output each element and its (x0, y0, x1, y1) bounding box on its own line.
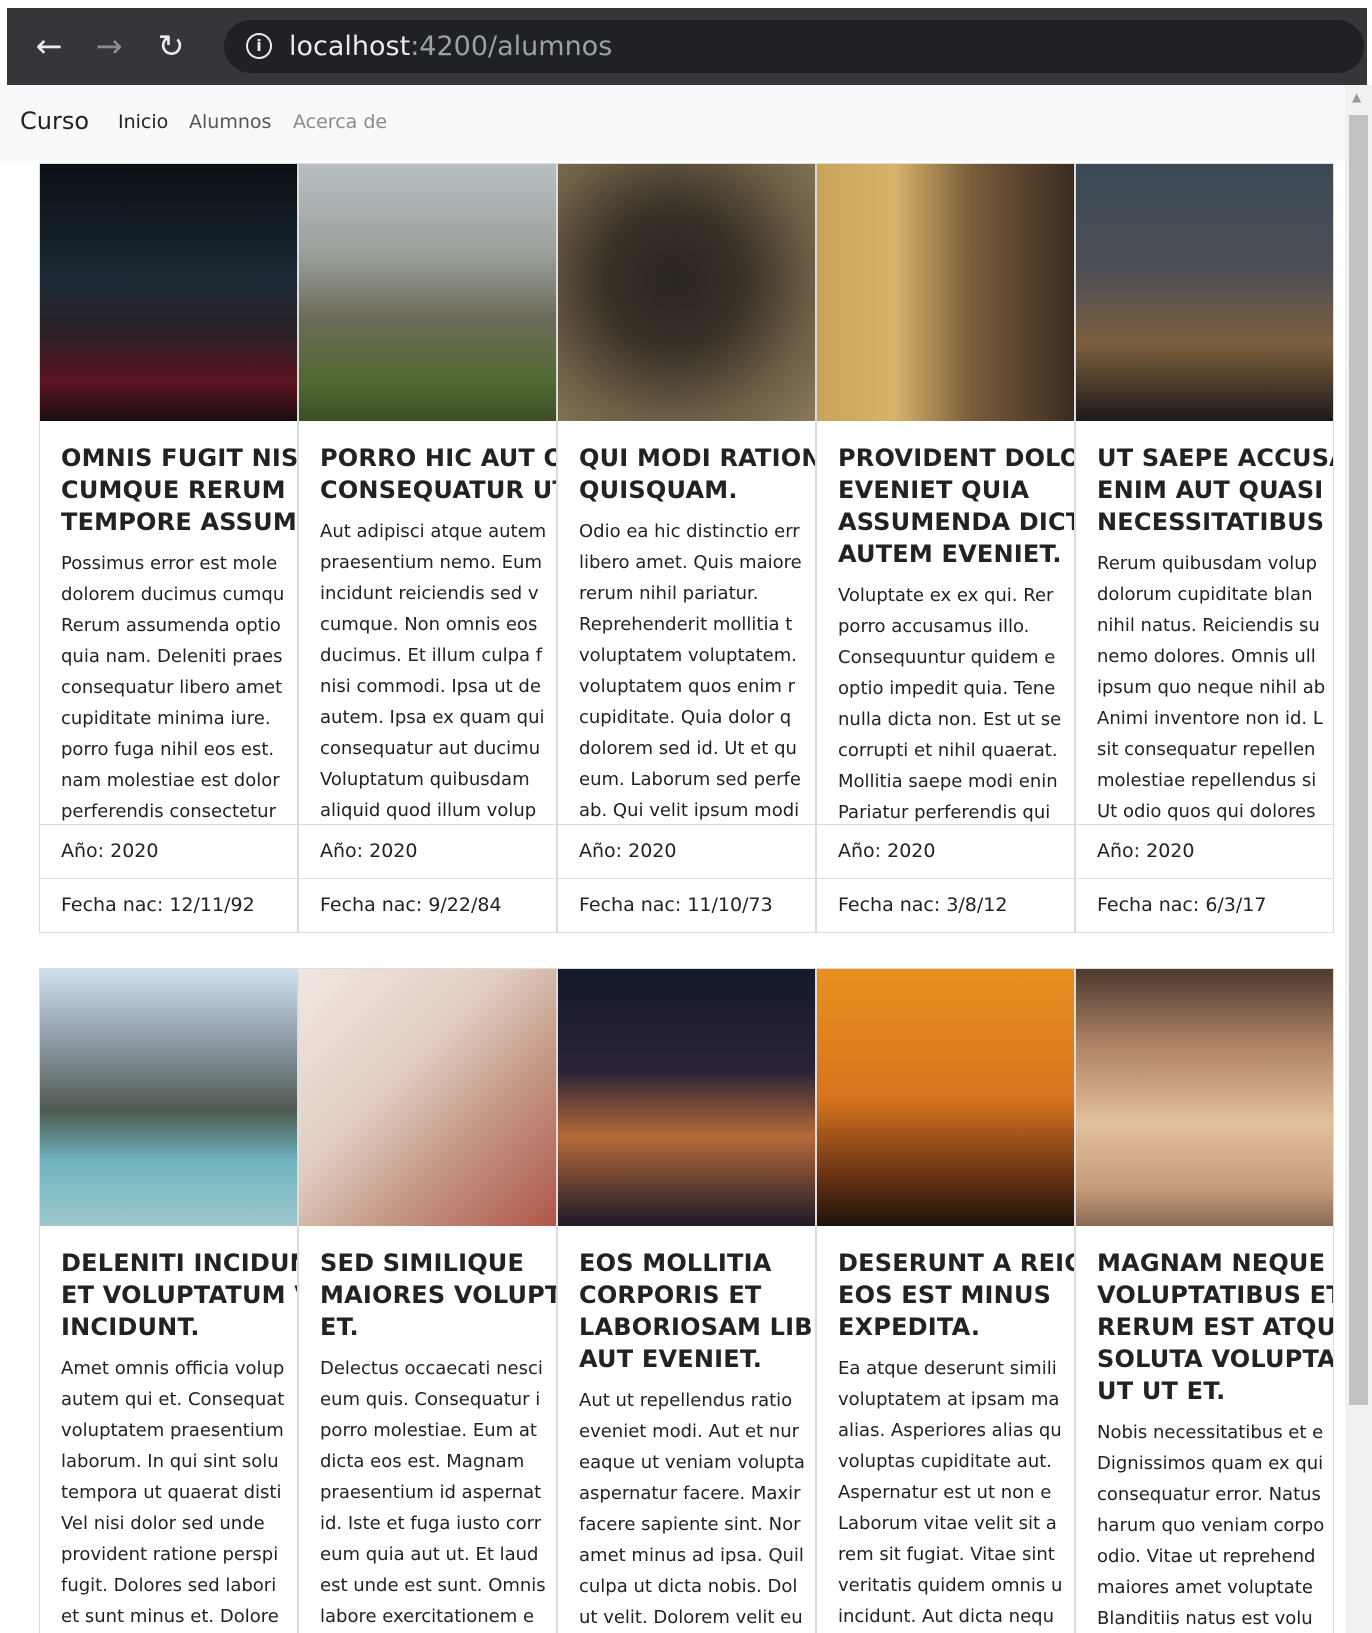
url-text[interactable]: localhost:4200/alumnos (289, 32, 612, 62)
back-arrow-icon[interactable]: ← (29, 26, 69, 66)
page-scrollbar[interactable]: ▲ (1345, 85, 1372, 1633)
main-content: OMNIS FUGIT NISI CUMQUE RERUM TEMPORE AS… (0, 161, 1345, 1633)
card-body: PROVIDENT DOLO EVENIET QUIA ASSUMENDA DI… (817, 421, 1074, 824)
card-birthdate: Fecha nac: 9/22/84 (299, 878, 556, 932)
card-text: Rerum quibusdam volup dolorum cupiditate… (1097, 553, 1326, 822)
card-row: DELENITI INCIDUN ET VOLUPTATUM V INCIDUN… (39, 968, 1345, 1633)
nav-link-alumnos[interactable]: Alumnos (189, 111, 271, 133)
scroll-up-icon[interactable]: ▲ (1352, 90, 1361, 104)
card-title: OMNIS FUGIT NISI CUMQUE RERUM TEMPORE AS… (61, 444, 297, 536)
card-image (299, 164, 556, 421)
card-text: Aut ut repellendus ratio eveniet modi. A… (579, 1390, 805, 1628)
card-title: PORRO HIC AUT O CONSEQUATUR UT (320, 444, 556, 504)
browser-chrome: ← → ↻ i localhost:4200/alumnos (7, 8, 1367, 85)
card-title: DESERUNT A REICI EOS EST MINUS EXPEDITA. (838, 1249, 1074, 1341)
card-body: UT SAEPE ACCUSA ENIM AUT QUASI NECESSITA… (1076, 421, 1333, 824)
card-text: Amet omnis officia volup autem qui et. C… (61, 1358, 285, 1627)
card-text: Ea atque deserunt simili voluptatem at i… (838, 1358, 1063, 1627)
card-row: OMNIS FUGIT NISI CUMQUE RERUM TEMPORE AS… (39, 163, 1345, 933)
card-image (817, 164, 1074, 421)
card-body: OMNIS FUGIT NISI CUMQUE RERUM TEMPORE AS… (40, 421, 297, 824)
card-image (40, 969, 297, 1226)
card-image (40, 164, 297, 421)
card-year: Año: 2020 (40, 824, 297, 878)
card-title: DELENITI INCIDUN ET VOLUPTATUM V INCIDUN… (61, 1249, 297, 1341)
student-card: DESERUNT A REICI EOS EST MINUS EXPEDITA.… (816, 968, 1075, 1633)
card-birthdate: Fecha nac: 6/3/17 (1076, 878, 1333, 932)
card-image (558, 164, 815, 421)
navbar-brand[interactable]: Curso (20, 107, 89, 135)
card-title: QUI MODI RATION QUISQUAM. (579, 444, 815, 504)
info-icon[interactable]: i (246, 33, 272, 59)
card-body: DESERUNT A REICI EOS EST MINUS EXPEDITA.… (817, 1226, 1074, 1632)
card-birthdate: Fecha nac: 3/8/12 (817, 878, 1074, 932)
card-text: Delectus occaecati nesci eum quis. Conse… (320, 1358, 546, 1627)
card-text: Voluptate ex ex qui. Rer porro accusamus… (838, 585, 1062, 823)
card-body: DELENITI INCIDUN ET VOLUPTATUM V INCIDUN… (40, 1226, 297, 1632)
card-image (1076, 969, 1333, 1226)
card-title: MAGNAM NEQUE VOLUPTATIBUS ET RERUM EST A… (1097, 1249, 1333, 1405)
card-text: Possimus error est mole dolorem ducimus … (61, 553, 285, 822)
student-card: DELENITI INCIDUN ET VOLUPTATUM V INCIDUN… (39, 968, 298, 1633)
card-title: SED SIMILIQUE MAIORES VOLUPTA ET. (320, 1249, 556, 1341)
card-body: EOS MOLLITIA CORPORIS ET LABORIOSAM LIBE… (558, 1226, 815, 1633)
card-year: Año: 2020 (817, 824, 1074, 878)
forward-arrow-icon[interactable]: → (89, 26, 129, 66)
card-body: PORRO HIC AUT O CONSEQUATUR UT Aut adipi… (299, 421, 556, 824)
card-text: Odio ea hic distinctio err libero amet. … (579, 521, 802, 821)
student-card: PROVIDENT DOLO EVENIET QUIA ASSUMENDA DI… (816, 163, 1075, 933)
student-card: MAGNAM NEQUE VOLUPTATIBUS ET RERUM EST A… (1075, 968, 1334, 1633)
card-year: Año: 2020 (558, 824, 815, 878)
card-image (299, 969, 556, 1226)
student-card: QUI MODI RATION QUISQUAM. Odio ea hic di… (557, 163, 816, 933)
card-year: Año: 2020 (299, 824, 556, 878)
student-card: OMNIS FUGIT NISI CUMQUE RERUM TEMPORE AS… (39, 163, 298, 933)
card-title: UT SAEPE ACCUSA ENIM AUT QUASI NECESSITA… (1097, 444, 1333, 536)
student-card: SED SIMILIQUE MAIORES VOLUPTA ET. Delect… (298, 968, 557, 1633)
card-body: QUI MODI RATION QUISQUAM. Odio ea hic di… (558, 421, 815, 824)
card-body: SED SIMILIQUE MAIORES VOLUPTA ET. Delect… (299, 1226, 556, 1632)
card-year: Año: 2020 (1076, 824, 1333, 878)
card-title: EOS MOLLITIA CORPORIS ET LABORIOSAM LIBE… (579, 1249, 815, 1373)
card-image (558, 969, 815, 1226)
address-bar[interactable]: i localhost:4200/alumnos (224, 20, 1364, 73)
card-body: MAGNAM NEQUE VOLUPTATIBUS ET RERUM EST A… (1076, 1226, 1333, 1633)
card-text: Aut adipisci atque autem praesentium nem… (320, 521, 547, 821)
student-card: EOS MOLLITIA CORPORIS ET LABORIOSAM LIBE… (557, 968, 816, 1633)
nav-link-acerca[interactable]: Acerca de (293, 111, 387, 133)
card-text: Nobis necessitatibus et e Dignissimos qu… (1097, 1422, 1325, 1629)
card-birthdate: Fecha nac: 11/10/73 (558, 878, 815, 932)
nav-link-inicio[interactable]: Inicio (118, 111, 168, 133)
card-birthdate: Fecha nac: 12/11/92 (40, 878, 297, 932)
scrollbar-thumb[interactable] (1349, 115, 1368, 1405)
card-image (817, 969, 1074, 1226)
reload-icon[interactable]: ↻ (151, 26, 191, 66)
card-image (1076, 164, 1333, 421)
navbar: Curso Inicio Alumnos Acerca de (0, 85, 1345, 161)
student-card: UT SAEPE ACCUSA ENIM AUT QUASI NECESSITA… (1075, 163, 1334, 933)
card-title: PROVIDENT DOLO EVENIET QUIA ASSUMENDA DI… (838, 444, 1074, 568)
student-card: PORRO HIC AUT O CONSEQUATUR UT Aut adipi… (298, 163, 557, 933)
